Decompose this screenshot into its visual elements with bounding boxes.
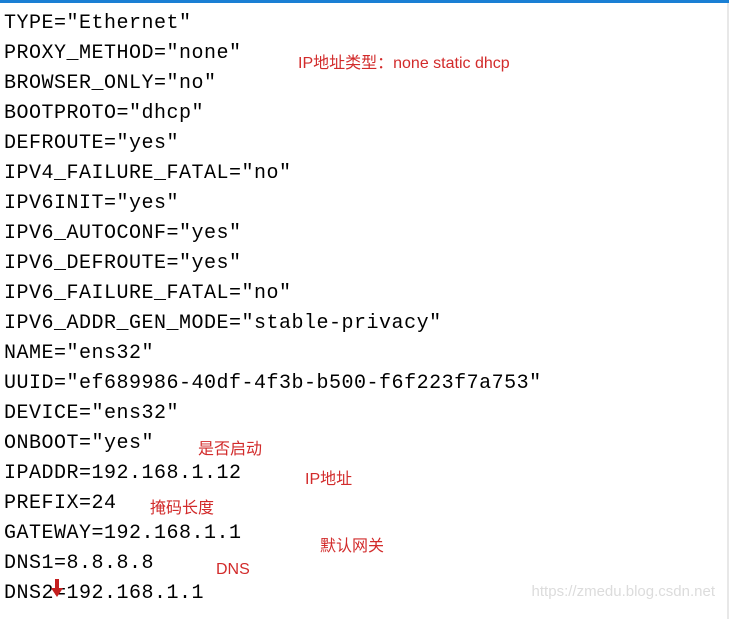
config-line: DEVICE="ens32": [4, 399, 725, 429]
annotation-ipaddr: IP地址: [305, 465, 352, 495]
config-line: ONBOOT="yes": [4, 429, 725, 459]
config-line: TYPE="Ethernet": [4, 9, 725, 39]
annotation-dns: DNS: [216, 555, 250, 585]
config-line: BOOTPROTO="dhcp": [4, 99, 725, 129]
config-line: IPV6_AUTOCONF="yes": [4, 219, 725, 249]
config-line: DEFROUTE="yes": [4, 129, 725, 159]
config-line: IPV6_DEFROUTE="yes": [4, 249, 725, 279]
annotation-ip-type: IP地址类型：none static dhcp: [298, 49, 510, 79]
config-line: PREFIX=24: [4, 489, 725, 519]
config-line: IPV6_ADDR_GEN_MODE="stable-privacy": [4, 309, 725, 339]
annotation-onboot: 是否启动: [198, 435, 262, 465]
config-line: IPV4_FAILURE_FATAL="no": [4, 159, 725, 189]
annotation-prefix: 掩码长度: [150, 494, 214, 524]
config-line: IPV6_FAILURE_FATAL="no": [4, 279, 725, 309]
cursor-icon: [51, 578, 63, 608]
config-content: TYPE="Ethernet" PROXY_METHOD="none" BROW…: [0, 3, 729, 613]
config-line: UUID="ef689986-40df-4f3b-b500-f6f223f7a7…: [4, 369, 725, 399]
config-line: NAME="ens32": [4, 339, 725, 369]
watermark: https://zmedu.blog.csdn.net: [532, 577, 715, 607]
annotation-gateway: 默认网关: [320, 532, 384, 562]
config-line: IPADDR=192.168.1.12: [4, 459, 725, 489]
config-line: IPV6INIT="yes": [4, 189, 725, 219]
